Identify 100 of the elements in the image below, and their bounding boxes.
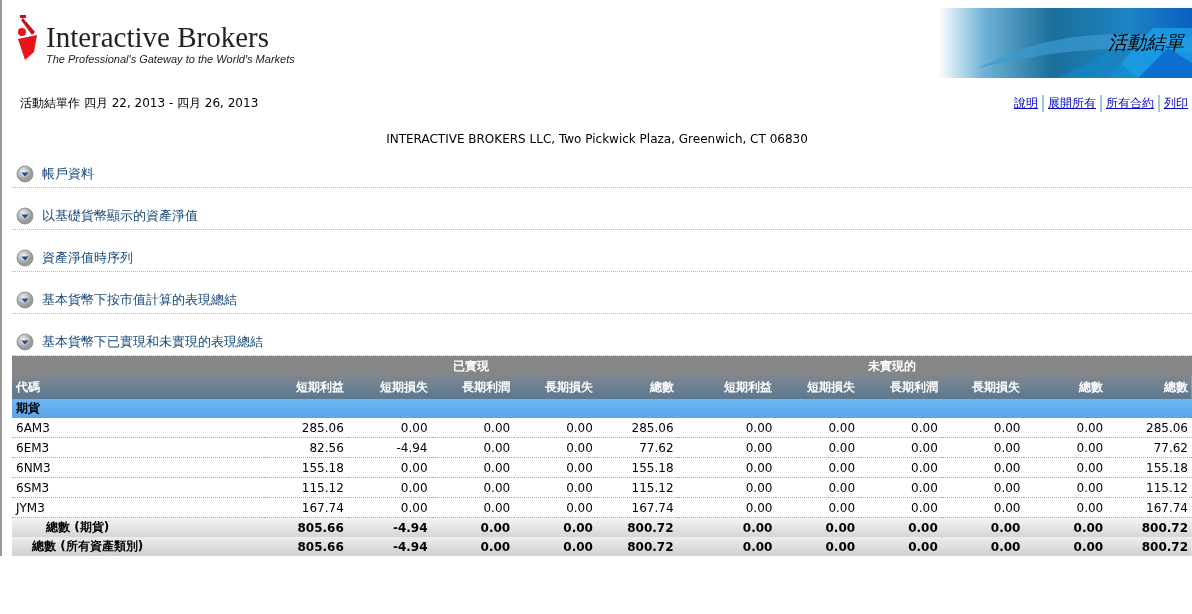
table-cell: 總數 (期貨) [12,517,265,537]
expand-icon[interactable] [16,291,34,310]
table-cell: 0.00 [677,517,777,537]
column-header: 短期損失 [776,376,860,399]
logo-wordmark: Interactive Brokers [46,22,271,52]
statement-period: 活動結單作 四月 22, 2013 - 四月 26, 2013 [20,95,259,113]
table-cell: -4.94 [347,437,432,458]
column-group-header: 已實現 [264,356,678,376]
column-header: 代碼 [12,376,265,399]
table-cell: 0.00 [1024,418,1108,438]
table-cell: 0.00 [941,477,1025,498]
table-cell: 805.66 [264,537,348,556]
table-cell: 0.00 [1024,537,1108,556]
expand-icon[interactable] [16,165,34,184]
table-cell: 0.00 [776,477,860,498]
table-cell: 0.00 [431,497,515,518]
table-cell: 0.00 [776,457,860,478]
expand-icon[interactable] [16,333,34,351]
table-cell: 0.00 [431,457,515,478]
expand-icon[interactable] [16,207,34,226]
table-cell: 總數 (所有資產類別) [12,537,265,556]
table-cell: 0.00 [431,418,515,438]
expand-icon[interactable] [16,249,34,268]
table-cell: 167.74 [596,497,678,518]
table-cell: 0.00 [431,477,515,498]
table-cell: 0.00 [677,477,777,498]
table-cell: 0.00 [859,457,942,478]
section-title[interactable]: 以基礎貨幣顯示的資產淨值 [42,207,198,226]
table-cell: 115.12 [264,477,348,498]
table-cell: 0.00 [941,418,1025,438]
table-cell: 800.72 [596,517,678,537]
table-cell: 0.00 [677,437,777,458]
column-header: 總數 [596,376,678,399]
table-cell: 805.66 [264,517,348,537]
table-cell: 6EM3 [12,437,265,458]
table-cell: -4.94 [347,517,432,537]
table-cell: 285.06 [264,418,348,438]
section-title[interactable]: 帳戶資料 [42,165,94,184]
header-link[interactable]: 展開所有 [1042,95,1100,113]
table-cell: 0.00 [347,457,432,478]
table-cell: 0.00 [776,497,860,518]
table-cell: 800.72 [596,537,678,556]
table-cell: 0.00 [776,437,860,458]
table-cell: 0.00 [677,418,777,438]
table-cell: 155.18 [1107,457,1192,478]
table-cell: 800.72 [1107,517,1192,537]
table-cell: 285.06 [1107,418,1192,438]
table-cell: 0.00 [514,437,597,458]
table-cell: 0.00 [859,477,942,498]
column-header: 長期損失 [941,376,1025,399]
table-cell: 0.00 [1024,437,1108,458]
table-cell: 0.00 [347,497,432,518]
table-cell: 285.06 [596,418,678,438]
column-header: 短期損失 [347,376,432,399]
table-cell: -4.94 [347,537,432,556]
table-cell: 0.00 [514,477,597,498]
table-cell: 0.00 [514,497,597,518]
table-cell: 0.00 [859,437,942,458]
table-cell: 167.74 [264,497,348,518]
table-cell: 0.00 [776,517,860,537]
table-cell: 0.00 [347,418,432,438]
section-title[interactable]: 基本貨幣下已實現和未實現的表現總結 [42,333,263,351]
broker-address: INTERACTIVE BROKERS LLC, Two Pickwick Plaza, Greenwich, CT 06830 [385,132,809,147]
table-cell: 82.56 [264,437,348,458]
column-header: 總數 [1024,376,1108,399]
table-cell: 0.00 [514,517,597,537]
header-link[interactable]: 所有合約 [1100,95,1158,113]
table-cell: 115.12 [1107,477,1192,498]
column-header: 長期損失 [514,376,597,399]
table-cell: 0.00 [514,457,597,478]
logo-tagline: The Professional's Gateway to the World's Markets [46,53,295,65]
table-cell: 167.74 [1107,497,1192,518]
table-cell: 0.00 [431,537,515,556]
table-cell: 0.00 [776,537,860,556]
table-cell: 0.00 [677,537,777,556]
section-title[interactable]: 基本貨幣下按市值計算的表現總結 [42,291,237,310]
table-cell: 0.00 [941,437,1025,458]
table-cell: 0.00 [859,418,942,438]
logo-icon [16,12,40,62]
table-cell: 6NM3 [12,457,265,478]
table-cell: 0.00 [776,418,860,438]
table-cell: 115.12 [596,477,678,498]
table-cell: 0.00 [514,418,597,438]
header-link[interactable]: 說明 [1010,95,1042,113]
table-cell: 77.62 [1107,437,1192,458]
section-title[interactable]: 資產淨值時序列 [42,249,133,268]
table-cell: 0.00 [859,537,942,556]
table-cell: 155.18 [264,457,348,478]
column-header: 短期利益 [264,376,348,399]
table-cell: 0.00 [431,517,515,537]
table-cell: 0.00 [347,477,432,498]
column-header: 長期利潤 [431,376,515,399]
column-header: 長期利潤 [859,376,942,399]
table-cell: 0.00 [941,517,1025,537]
table-cell: 0.00 [1024,477,1108,498]
table-cell: 0.00 [1024,497,1108,518]
table-cell: 0.00 [1024,457,1108,478]
table-cell: 0.00 [677,457,777,478]
header-link[interactable]: 列印 [1158,95,1192,113]
table-cell: 155.18 [596,457,678,478]
